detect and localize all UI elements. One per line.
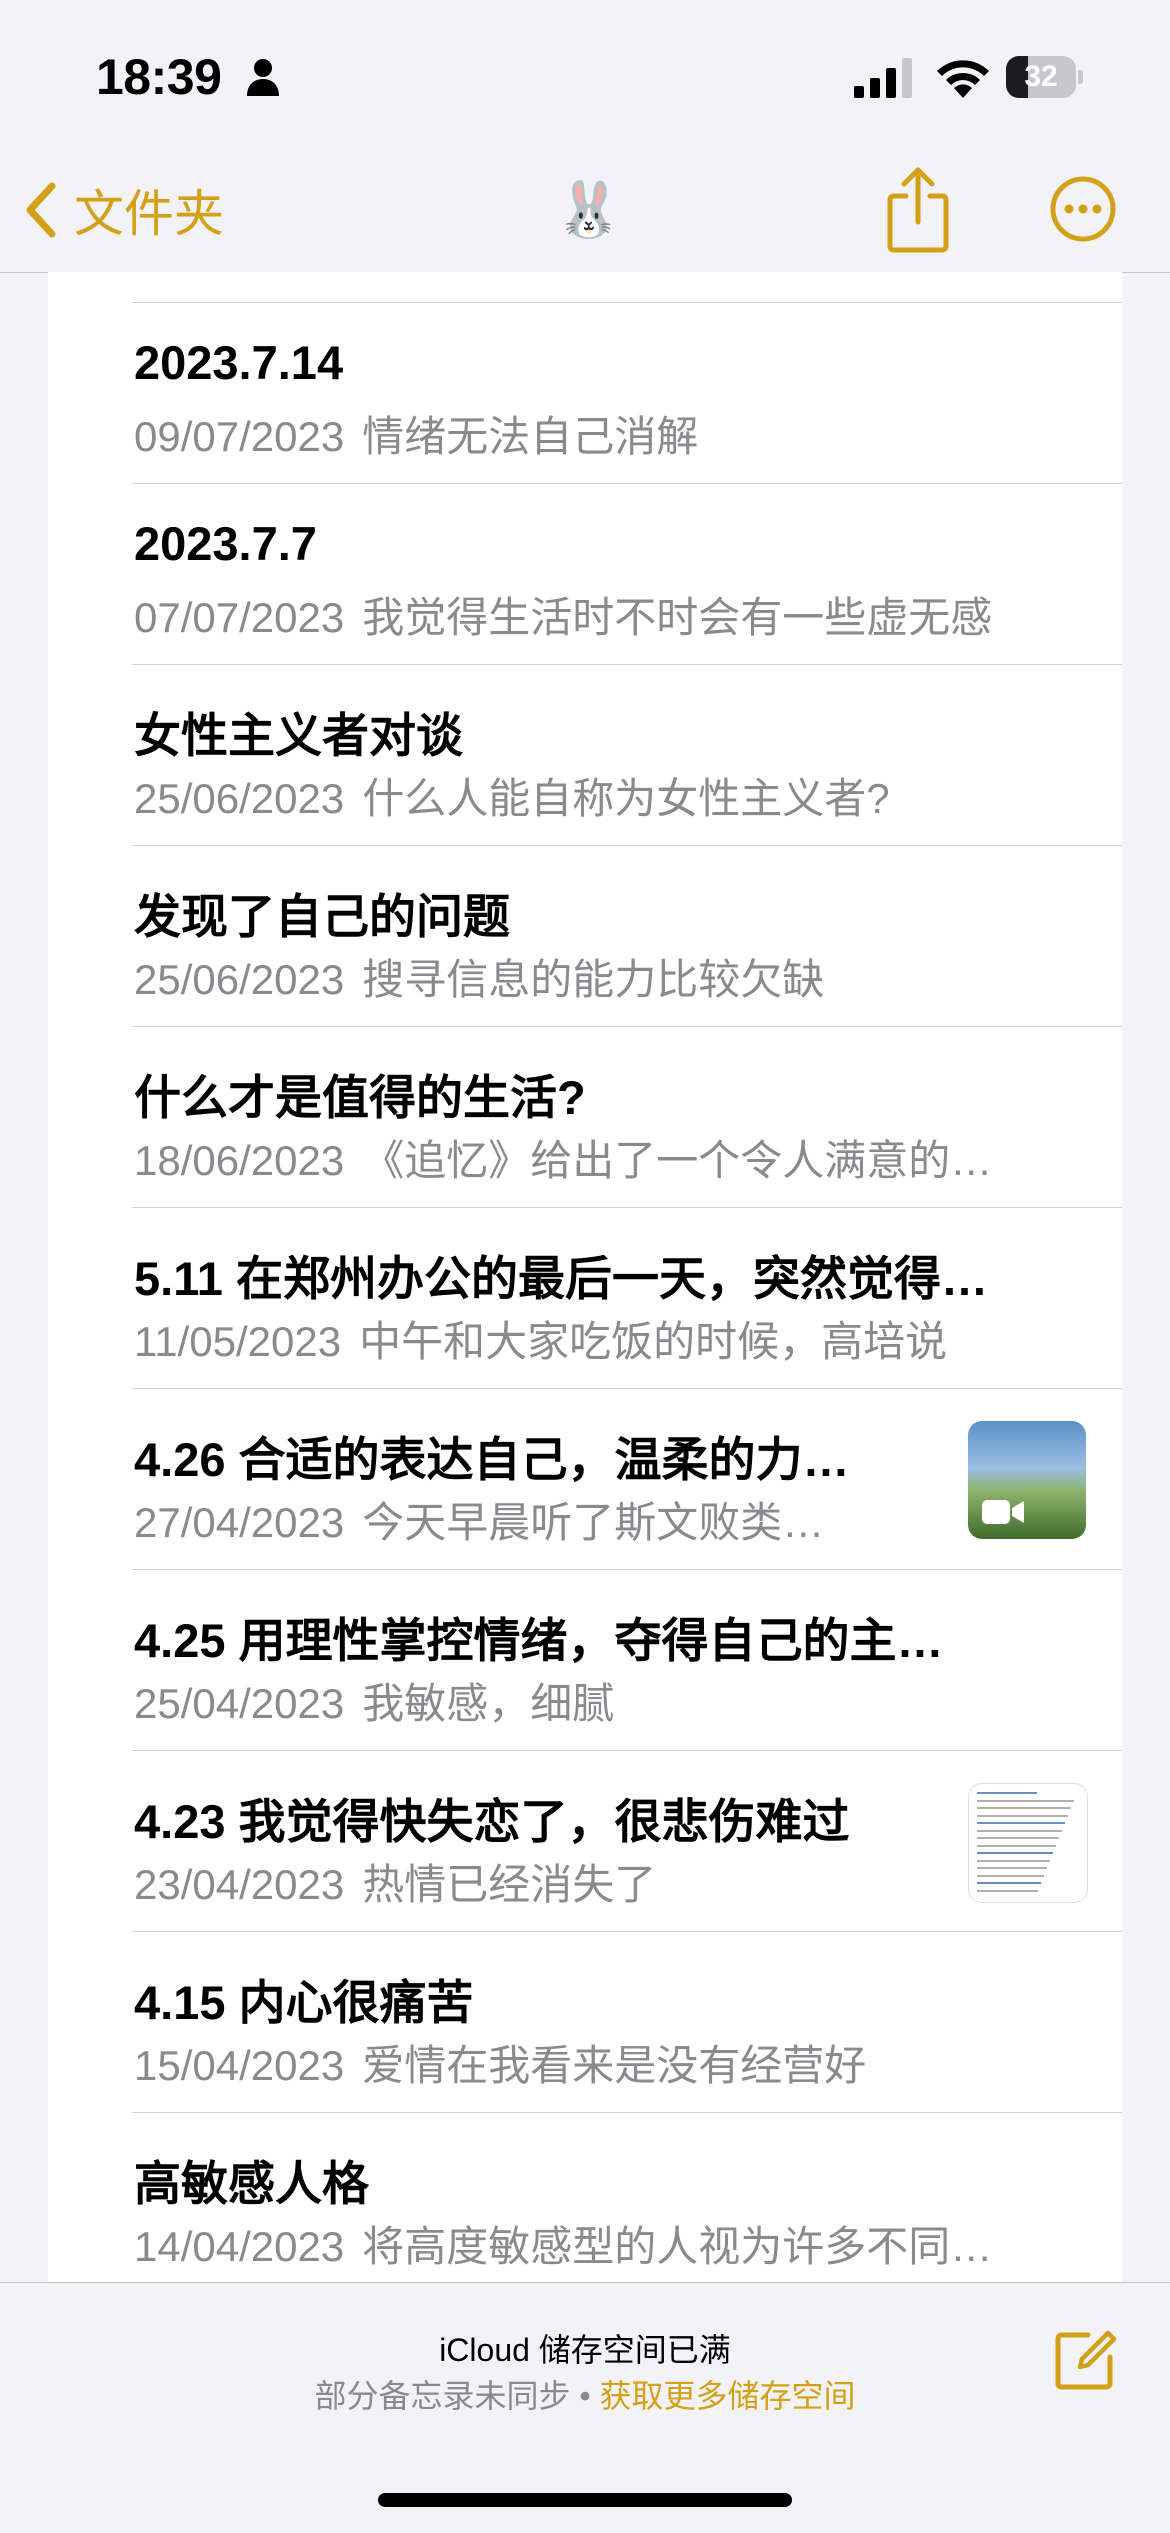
note-row[interactable]: 4.23 我觉得快失恋了，很悲伤难过 23/04/2023 热情已经消失了 xyxy=(48,1751,1122,1932)
note-title: 2023.7.14 xyxy=(134,336,344,389)
note-preview: 情绪无法自己消解 xyxy=(362,413,699,460)
back-button[interactable]: 文件夹 xyxy=(26,172,224,248)
share-icon[interactable] xyxy=(886,164,950,254)
note-date: 27/04/2023 xyxy=(134,1499,345,1546)
note-preview: 中午和大家吃饭的时候，高培说 xyxy=(359,1318,948,1365)
note-date: 25/06/2023 xyxy=(134,775,345,822)
battery-icon: 32 xyxy=(1006,56,1083,98)
note-row[interactable]: 4.25 用理性掌控情绪，夺得自己的主… 25/04/2023 我敏感，细腻 xyxy=(48,1570,1122,1751)
note-date: 09/07/2023 xyxy=(134,413,345,460)
note-title: 4.23 我觉得快失恋了，很悲伤难过 xyxy=(134,1795,850,1848)
note-row[interactable]: 发现了自己的问题 25/06/2023 搜寻信息的能力比较欠缺 xyxy=(48,846,1122,1027)
note-date: 14/04/2023 xyxy=(134,2223,345,2270)
bottom-toolbar: iCloud 储存空间已满 部分备忘录未同步 • 获取更多储存空间 xyxy=(0,2282,1170,2533)
note-subtitle: 15/04/2023 爱情在我看来是没有经营好 xyxy=(134,2032,1114,2093)
note-title: 女性主义者对谈 xyxy=(134,709,463,762)
note-date: 07/07/2023 xyxy=(134,594,345,641)
note-subtitle: 25/06/2023 搜寻信息的能力比较欠缺 xyxy=(134,946,1114,1007)
cellular-signal-icon xyxy=(854,58,912,98)
note-title: 4.15 内心很痛苦 xyxy=(134,1976,474,2029)
note-date: 15/04/2023 xyxy=(134,2042,345,2089)
notes-list: 2023.7.14 09/07/2023 情绪无法自己消解 2023.7.7 07/07… xyxy=(48,272,1122,2282)
note-date: 11/05/2023 xyxy=(134,1318,342,1365)
status-time: 18:39 xyxy=(96,49,222,105)
note-row[interactable]: 4.15 内心很痛苦 15/04/2023 爱情在我看来是没有经营好 xyxy=(48,1932,1122,2113)
note-date: 18/06/2023 xyxy=(134,1137,345,1184)
note-title: 5.11 在郑州办公的最后一天，突然觉得… xyxy=(134,1252,988,1305)
note-title: 什么才是值得的生活? xyxy=(134,1071,586,1124)
note-row[interactable]: 5.11 在郑州办公的最后一天，突然觉得… 11/05/2023 中午和大家吃饭的时… xyxy=(48,1208,1122,1389)
note-row[interactable]: 高敏感人格 14/04/2023 将高度敏感型的人视为许多不同… xyxy=(48,2113,1122,2282)
note-preview: 今天早晨听了斯文败类… xyxy=(362,1499,825,1546)
video-thumbnail xyxy=(968,1421,1086,1539)
note-date: 23/04/2023 xyxy=(134,1861,345,1908)
note-preview: 我觉得生活时不时会有一些虚无感 xyxy=(362,594,993,641)
note-title: 4.26 合适的表达自己，温柔的力… xyxy=(134,1433,850,1486)
nav-bar: 文件夹 🐰 xyxy=(0,150,1170,273)
note-subtitle: 07/07/2023 我觉得生活时不时会有一些虚无感 xyxy=(134,584,1114,645)
person-icon xyxy=(247,59,279,96)
note-subtitle: 23/04/2023 热情已经消失了 xyxy=(134,1851,954,1912)
compose-icon[interactable] xyxy=(1052,2327,1118,2393)
note-preview: 将高度敏感型的人视为许多不同… xyxy=(362,2223,993,2270)
note-row[interactable]: 2023.7.7 07/07/2023 我觉得生活时不时会有一些虚无感 xyxy=(48,484,1122,665)
icloud-storage-title: iCloud 储存空间已满 xyxy=(439,2332,731,2368)
note-date: 25/06/2023 xyxy=(134,956,345,1003)
note-title: 发现了自己的问题 xyxy=(134,890,510,943)
battery-level: 32 xyxy=(1024,60,1058,93)
folder-title-emoji: 🐰 xyxy=(555,180,623,240)
more-icon[interactable] xyxy=(1050,176,1116,242)
note-title: 高敏感人格 xyxy=(134,2157,369,2210)
get-more-storage-link[interactable]: 获取更多储存空间 xyxy=(599,2378,855,2414)
note-subtitle: 11/05/2023 中午和大家吃饭的时候，高培说 xyxy=(134,1308,1114,1369)
status-bar: 18:39 32 xyxy=(0,0,1170,150)
note-row[interactable]: 女性主义者对谈 25/06/2023 什么人能自称为女性主义者? xyxy=(48,665,1122,846)
note-subtitle: 25/04/2023 我敏感，细腻 xyxy=(134,1670,1114,1731)
note-preview: 搜寻信息的能力比较欠缺 xyxy=(362,956,825,1003)
note-row[interactable]: 2023.7.14 09/07/2023 情绪无法自己消解 xyxy=(48,303,1122,484)
note-preview: 什么人能自称为女性主义者? xyxy=(362,775,890,822)
note-preview: 我敏感，细腻 xyxy=(362,1680,615,1727)
note-subtitle: 14/04/2023 将高度敏感型的人视为许多不同… xyxy=(134,2213,1114,2274)
note-subtitle: 18/06/2023 《追忆》给出了一个令人满意的… xyxy=(134,1127,1114,1188)
note-subtitle: 25/06/2023 什么人能自称为女性主义者? xyxy=(134,765,1114,826)
note-subtitle: 09/07/2023 情绪无法自己消解 xyxy=(134,403,1114,464)
note-title: 4.25 用理性掌控情绪，夺得自己的主… xyxy=(134,1614,944,1667)
note-preview: 《追忆》给出了一个令人满意的… xyxy=(362,1137,993,1184)
note-row[interactable]: 4.26 合适的表达自己，温柔的力… 27/04/2023 今天早晨听了斯文败类… xyxy=(48,1389,1122,1570)
video-camera-icon xyxy=(982,1500,1024,1524)
wifi-icon xyxy=(937,60,989,98)
note-date: 25/04/2023 xyxy=(134,1680,345,1727)
note-title: 2023.7.7 xyxy=(134,517,317,570)
home-indicator xyxy=(378,2493,792,2507)
icloud-storage-subtitle: 部分备忘录未同步 • 获取更多储存空间 xyxy=(0,2371,1170,2417)
note-preview: 热情已经消失了 xyxy=(362,1861,657,1908)
document-thumbnail xyxy=(968,1783,1088,1903)
sync-status-text: 部分备忘录未同步 • xyxy=(314,2378,600,2414)
chevron-left-icon xyxy=(26,182,56,238)
note-row[interactable]: 什么才是值得的生活? 18/06/2023 《追忆》给出了一个令人满意的… xyxy=(48,1027,1122,1208)
note-preview: 爱情在我看来是没有经营好 xyxy=(362,2042,867,2089)
back-label: 文件夹 xyxy=(74,186,224,242)
note-subtitle: 27/04/2023 今天早晨听了斯文败类… xyxy=(134,1489,954,1550)
